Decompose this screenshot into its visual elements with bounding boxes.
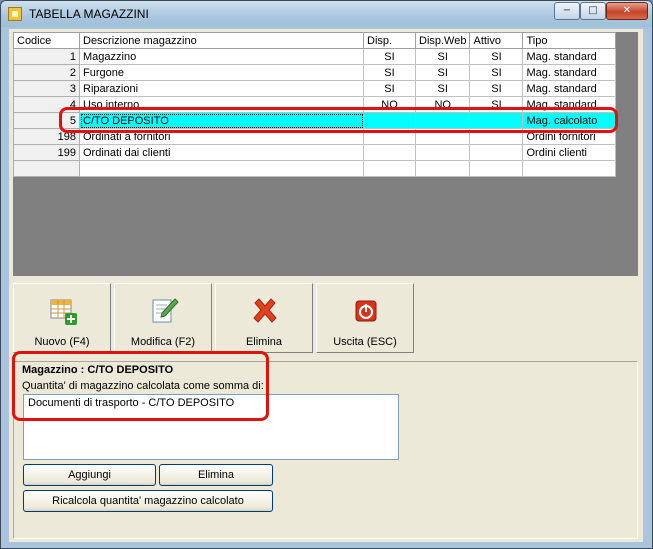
- header-attivo[interactable]: Attivo: [469, 32, 524, 49]
- cell-dispweb: [414, 144, 471, 161]
- cell-code: [13, 160, 80, 177]
- header-codice[interactable]: Codice: [13, 32, 80, 49]
- cell-tipo: Mag. standard: [522, 48, 617, 65]
- cell-dispweb: SI: [414, 64, 471, 81]
- cell-desc: Riparazioni: [79, 80, 364, 97]
- cell-desc: Furgone: [79, 64, 364, 81]
- header-descrizione[interactable]: Descrizione magazzino: [79, 32, 364, 49]
- cell-code: 2: [13, 64, 80, 81]
- add-button[interactable]: Aggiungi: [23, 464, 156, 486]
- header-dispweb[interactable]: Disp.Web: [414, 32, 471, 49]
- cell-dispweb: [414, 160, 471, 177]
- cell-disp: [363, 160, 416, 177]
- delete-button-label: Elimina: [245, 336, 283, 348]
- maximize-button[interactable]: □: [580, 2, 606, 20]
- cell-tipo: Mag. standard: [522, 80, 617, 97]
- main-window: TABELLA MAGAZZINI − □ ✕ Codice Descrizio…: [0, 0, 653, 549]
- cell-code: 3: [13, 80, 80, 97]
- table-row[interactable]: 1 Magazzino SI SI SI Mag. standard: [13, 48, 617, 65]
- cell-tipo: Mag. standard: [522, 64, 617, 81]
- exit-button[interactable]: Uscita (ESC): [316, 283, 414, 353]
- cell-disp: SI: [363, 48, 416, 65]
- cell-desc: Ordinati dai clienti: [79, 144, 364, 161]
- cell-tipo: [522, 160, 617, 177]
- warehouse-table: Codice Descrizione magazzino Disp. Disp.…: [13, 32, 617, 177]
- power-icon: [355, 300, 377, 322]
- cell-attivo: SI: [469, 48, 524, 65]
- selected-row-highlight: [59, 107, 618, 133]
- cell-desc: Magazzino: [79, 48, 364, 65]
- cell-attivo: [469, 160, 524, 177]
- cell-attivo: SI: [469, 80, 524, 97]
- title-bar[interactable]: TABELLA MAGAZZINI − □ ✕: [1, 1, 652, 27]
- client-area: Codice Descrizione magazzino Disp. Disp.…: [9, 29, 643, 542]
- toolbar: Nuovo (F4) Modifica (F2) Elimina Uscita …: [13, 283, 638, 357]
- cell-attivo: SI: [469, 64, 524, 81]
- new-button-label: Nuovo (F4): [34, 336, 90, 348]
- header-tipo[interactable]: Tipo: [522, 32, 617, 49]
- cell-disp: [363, 144, 416, 161]
- edit-button-label: Modifica (F2): [130, 336, 196, 348]
- table-row[interactable]: 2 Furgone SI SI SI Mag. standard: [13, 64, 617, 81]
- cell-attivo: [469, 144, 524, 161]
- window-title: TABELLA MAGAZZINI: [29, 7, 149, 21]
- cell-desc: [79, 160, 364, 177]
- new-record-icon: [50, 299, 77, 325]
- cell-code: 199: [13, 144, 80, 161]
- cell-code: 1: [13, 48, 80, 65]
- edit-button[interactable]: Modifica (F2): [114, 283, 212, 353]
- header-disp[interactable]: Disp.: [363, 32, 416, 49]
- new-button[interactable]: Nuovo (F4): [13, 283, 111, 353]
- cell-tipo: Ordini clienti: [522, 144, 617, 161]
- edit-icon: [152, 298, 179, 323]
- exit-button-label: Uscita (ESC): [333, 336, 397, 348]
- close-button[interactable]: ✕: [606, 2, 648, 20]
- minimize-button[interactable]: −: [554, 2, 580, 20]
- recalc-button[interactable]: Ricalcola quantita' magazzino calcolato: [23, 490, 273, 512]
- cell-disp: SI: [363, 80, 416, 97]
- grid-header-row: Codice Descrizione magazzino Disp. Disp.…: [13, 32, 617, 49]
- table-row-empty[interactable]: [13, 160, 617, 177]
- warehouse-grid[interactable]: Codice Descrizione magazzino Disp. Disp.…: [13, 32, 638, 276]
- details-highlight: [12, 351, 269, 421]
- remove-button[interactable]: Elimina: [159, 464, 273, 486]
- table-row[interactable]: 3 Riparazioni SI SI SI Mag. standard: [13, 80, 617, 97]
- cell-dispweb: SI: [414, 48, 471, 65]
- table-row[interactable]: 199 Ordinati dai clienti Ordini clienti: [13, 144, 617, 161]
- delete-x-icon: [253, 298, 277, 323]
- delete-button[interactable]: Elimina: [215, 283, 313, 353]
- cell-dispweb: SI: [414, 80, 471, 97]
- cell-disp: SI: [363, 64, 416, 81]
- app-icon: [8, 7, 22, 21]
